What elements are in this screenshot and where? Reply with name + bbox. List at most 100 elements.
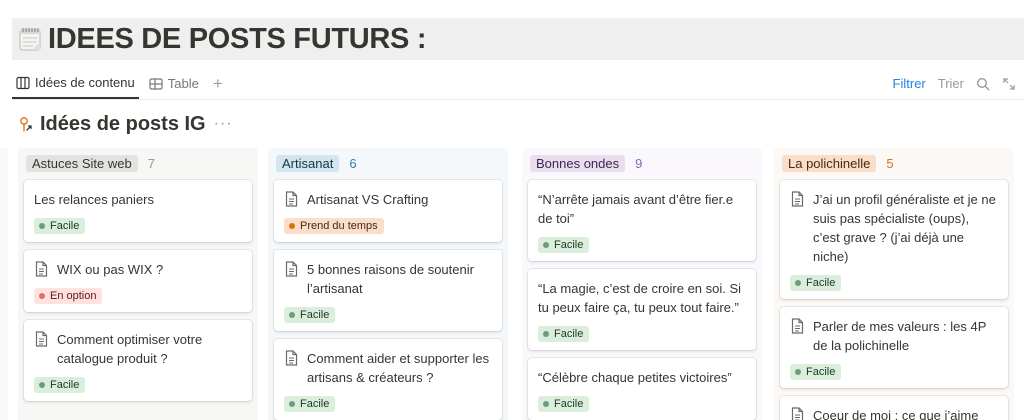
column-count: 9 [635,155,643,171]
page-title: IDEES DE POSTS FUTURS : [48,22,427,55]
card-title: 5 bonnes raisons de soutenir l’artisanat [307,262,474,296]
board-title: Idées de posts IG [40,112,206,135]
card-title: Comment aider et supporter les artisans … [307,351,490,385]
board-card[interactable]: Comment aider et supporter les artisans … [274,339,502,420]
column-header[interactable]: Artisanat 6 [274,152,502,174]
card-title: “N’arrête jamais avant d’être fier.e de … [538,192,734,226]
board-column: Bonnes ondes 9 “N’arrête jamais avant d’êt… [522,148,762,420]
board-icon [16,76,30,89]
page-header: IDEES DE POSTS FUTURS : [12,18,1024,60]
board-card[interactable]: Coeur de moi : ce que j’aime [780,396,1008,420]
difficulty-tag: Facile [34,377,86,393]
card-title-row: J’ai un profil généraliste et je ne suis… [790,190,998,266]
difficulty-tag: Facile [34,218,86,234]
add-view-button[interactable]: + [209,68,227,99]
document-icon [35,261,48,277]
card-title-row: Coeur de moi : ce que j’aime [790,406,998,420]
difficulty-tag: Facile [538,396,590,412]
tag-dot [289,223,295,229]
tab-label: Idées de contenu [35,75,135,90]
expand-icon[interactable] [1002,77,1016,91]
board-heading: Idées de posts IG ··· [16,111,233,137]
board-column: Astuces Site web 7 Les relances paniers Fac… [18,148,258,420]
tag-dot [289,401,295,407]
column-header[interactable]: Bonnes ondes 9 [528,152,756,174]
board-column-partial [0,148,8,420]
column-label: Astuces Site web [26,154,138,172]
difficulty-tag: Facile [538,326,590,342]
sort-button[interactable]: Trier [938,76,964,91]
tag-label: Facile [50,379,80,391]
tab-table[interactable]: Table [145,68,203,99]
column-header[interactable]: Astuces Site web 7 [24,152,252,174]
document-icon [791,407,804,420]
board-card[interactable]: “Célèbre chaque petites victoires” Facile [528,358,756,420]
column-count: 6 [349,155,357,171]
table-icon [149,77,163,90]
tag-label: Prend du temps [300,220,378,232]
difficulty-tag: Prend du temps [284,218,384,234]
board-card[interactable]: Parler de mes valeurs : les 4P de la pol… [780,307,1008,388]
notepad-icon [19,28,41,51]
board-card[interactable]: Les relances paniers Facile [24,180,252,242]
card-title: Parler de mes valeurs : les 4P de la pol… [813,319,987,353]
card-title: J’ai un profil généraliste et je ne suis… [813,192,996,264]
tag-label: Facile [300,309,330,321]
tag-label: Facile [554,239,584,251]
card-title: “La magie, c’est de croire en soi. Si tu… [538,281,742,315]
difficulty-tag: Facile [284,396,336,412]
tag-dot [543,242,549,248]
difficulty-tag: Facile [538,237,590,253]
card-title-row: 5 bonnes raisons de soutenir l’artisanat [284,260,492,298]
tab-idees-de-contenu[interactable]: Idées de contenu [12,68,139,99]
column-label: Bonnes ondes [530,154,626,172]
card-title-row: Comment optimiser votre catalogue produi… [34,330,242,368]
board-column: La polichinelle 5 J’ai un profil généralis… [774,148,1014,420]
board-card[interactable]: “La magie, c’est de croire en soi. Si tu… [528,269,756,350]
view-tools: Filtrer Trier [893,68,1024,99]
document-icon [791,191,804,207]
tag-dot [289,312,295,318]
search-icon[interactable] [976,77,990,91]
card-title-row: WIX ou pas WIX ? [34,260,242,279]
board-card[interactable]: WIX ou pas WIX ? En option [24,250,252,312]
card-title-row: Parler de mes valeurs : les 4P de la pol… [790,317,998,355]
tag-dot [39,223,45,229]
filter-button[interactable]: Filtrer [893,76,926,91]
card-title-row: Les relances paniers [34,190,242,209]
board-card[interactable]: Artisanat VS Crafting Prend du temps [274,180,502,242]
tab-label: Table [167,76,199,91]
kanban-board: Astuces Site web 7 Les relances paniers Fac… [0,148,1024,420]
document-icon [285,191,298,207]
document-icon [791,318,804,334]
tag-label: Facile [554,328,584,340]
card-title: Artisanat VS Crafting [307,192,429,207]
card-title: Les relances paniers [34,192,154,207]
tag-dot [795,369,801,375]
board-card[interactable]: J’ai un profil généraliste et je ne suis… [780,180,1008,299]
card-title-row: “N’arrête jamais avant d’être fier.e de … [538,190,746,228]
tag-label: Facile [554,398,584,410]
tag-dot [39,293,45,299]
document-icon [285,350,298,366]
board-card[interactable]: 5 bonnes raisons de soutenir l’artisanat… [274,250,502,331]
board-card[interactable]: “N’arrête jamais avant d’être fier.e de … [528,180,756,261]
tag-dot [543,401,549,407]
column-count: 7 [147,155,155,171]
card-title-row: Comment aider et supporter les artisans … [284,349,492,387]
difficulty-tag: Facile [790,275,842,291]
document-icon [285,261,298,277]
difficulty-tag: Facile [790,364,842,380]
tag-dot [543,331,549,337]
card-title: WIX ou pas WIX ? [57,262,164,277]
tag-dot [39,382,45,388]
column-header[interactable]: La polichinelle 5 [780,152,1008,174]
tag-dot [795,280,801,286]
board-card[interactable]: Comment optimiser votre catalogue produi… [24,320,252,401]
more-options-button[interactable]: ··· [214,115,233,133]
tag-label: En option [50,290,97,302]
column-count: 5 [886,155,894,171]
difficulty-tag: Facile [284,307,336,323]
board-column: Artisanat 6 Artisanat VS Crafting Prend du … [268,148,508,420]
card-title-row: “La magie, c’est de croire en soi. Si tu… [538,279,746,317]
